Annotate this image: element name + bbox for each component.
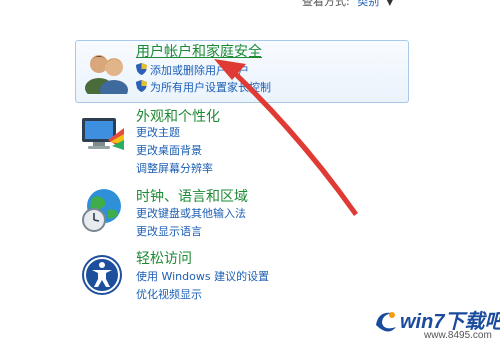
- windows-recommended-settings-link[interactable]: 使用 Windows 建议的设置: [136, 268, 269, 284]
- watermark-url: www.8495.com: [424, 330, 492, 341]
- view-by-label: 查看方式:: [302, 0, 350, 8]
- change-display-language-link[interactable]: 更改显示语言: [136, 223, 202, 239]
- change-input-method-link[interactable]: 更改键盘或其他输入法: [136, 205, 246, 221]
- watermark-swirl-icon: [376, 312, 396, 332]
- optimize-video-display-link[interactable]: 优化视频显示: [136, 286, 202, 302]
- appearance-icon[interactable]: [78, 110, 126, 158]
- change-desktop-background-link[interactable]: 更改桌面背景: [136, 142, 202, 158]
- adjust-resolution-link[interactable]: 调整屏幕分辨率: [136, 160, 213, 176]
- ease-of-access-icon[interactable]: [78, 251, 126, 299]
- category-user-accounts[interactable]: 用户帐户和家庭安全 添加或删除用户帐户 为所有用户设置家长控制: [75, 40, 409, 103]
- change-theme-link[interactable]: 更改主题: [136, 124, 180, 140]
- users-icon[interactable]: [82, 46, 130, 94]
- uac-shield-icon: [136, 63, 147, 75]
- watermark-logo: win7下载吧 www.8495.com: [370, 305, 500, 349]
- category-title[interactable]: 轻松访问: [136, 248, 192, 268]
- view-by-control[interactable]: 查看方式: 类别 ▼: [302, 0, 393, 9]
- chevron-down-icon[interactable]: ▼: [387, 0, 393, 7]
- globe-clock-icon[interactable]: [78, 186, 126, 234]
- category-title[interactable]: 用户帐户和家庭安全: [136, 41, 262, 61]
- uac-shield-icon: [136, 80, 147, 92]
- view-by-value[interactable]: 类别: [357, 0, 379, 8]
- category-title[interactable]: 外观和个性化: [136, 106, 220, 126]
- parental-controls-link[interactable]: 为所有用户设置家长控制: [136, 79, 271, 95]
- category-title[interactable]: 时钟、语言和区域: [136, 186, 248, 206]
- add-remove-accounts-link[interactable]: 添加或删除用户帐户: [136, 62, 249, 78]
